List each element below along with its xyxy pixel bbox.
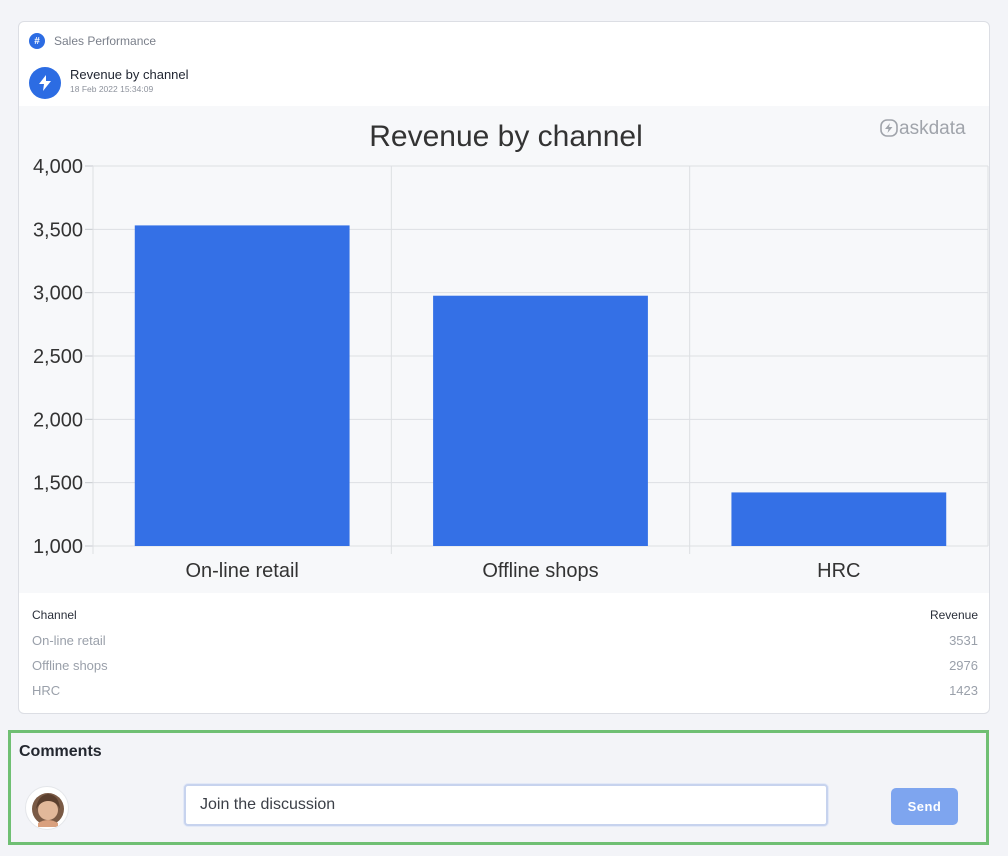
lightning-bolt-icon xyxy=(29,67,61,99)
askdata-logo-icon xyxy=(880,119,898,137)
table-cell-channel: HRC xyxy=(32,683,61,698)
post-header: Revenue by channel 18 Feb 2022 15:34:09 xyxy=(29,67,189,99)
post-timestamp: 18 Feb 2022 15:34:09 xyxy=(70,84,154,94)
breadcrumb-label[interactable]: Sales Performance xyxy=(54,34,156,48)
y-tick-label: 1,500 xyxy=(33,473,83,495)
chart-title: Revenue by channel xyxy=(369,120,643,153)
user-avatar-icon[interactable] xyxy=(25,786,69,830)
comments-title: Comments xyxy=(19,743,102,760)
table-row: On-line retail 3531 xyxy=(19,628,989,653)
y-tick-label: 3,000 xyxy=(33,283,83,305)
table-cell-channel: Offline shops xyxy=(32,658,108,673)
post-title: Revenue by channel xyxy=(70,67,189,82)
bar-chart: Revenue by channel askdata 1,000 1,500 2,000… xyxy=(33,118,989,582)
data-table: Channel Revenue On-line retail 3531 Offl… xyxy=(19,603,989,703)
y-tick-label: 1,000 xyxy=(33,536,83,558)
breadcrumb[interactable]: # Sales Performance xyxy=(29,33,156,49)
send-button[interactable]: Send xyxy=(891,788,958,825)
y-tick-label: 2,000 xyxy=(33,409,83,431)
chart-card: # Sales Performance Revenue by channel 1… xyxy=(18,21,990,714)
table-cell-revenue: 1423 xyxy=(949,683,978,698)
hash-icon: # xyxy=(29,33,45,49)
y-tick-label: 4,000 xyxy=(33,156,83,178)
comments-section: Comments Send xyxy=(8,730,989,845)
y-tick-label: 3,500 xyxy=(33,219,83,241)
comment-input[interactable] xyxy=(184,784,828,826)
x-tick-label: Offline shops xyxy=(482,560,598,582)
bar xyxy=(134,225,350,546)
y-tick-label: 2,500 xyxy=(33,346,83,368)
bar xyxy=(433,295,648,546)
x-tick-label: HRC xyxy=(817,560,860,582)
column-header-channel: Channel xyxy=(32,608,77,622)
column-header-revenue: Revenue xyxy=(929,608,978,622)
table-row: Offline shops 2976 xyxy=(19,653,989,678)
bar xyxy=(731,492,947,546)
table-header-row: Channel Revenue xyxy=(19,603,989,628)
table-cell-revenue: 3531 xyxy=(949,633,978,648)
table-row: HRC 1423 xyxy=(19,678,989,703)
brand-name: askdata xyxy=(899,118,966,139)
x-tick-label: On-line retail xyxy=(185,560,298,582)
table-cell-revenue: 2976 xyxy=(949,658,978,673)
table-cell-channel: On-line retail xyxy=(32,633,106,648)
chart-area: Revenue by channel askdata 1,000 1,500 2,000… xyxy=(19,106,989,593)
